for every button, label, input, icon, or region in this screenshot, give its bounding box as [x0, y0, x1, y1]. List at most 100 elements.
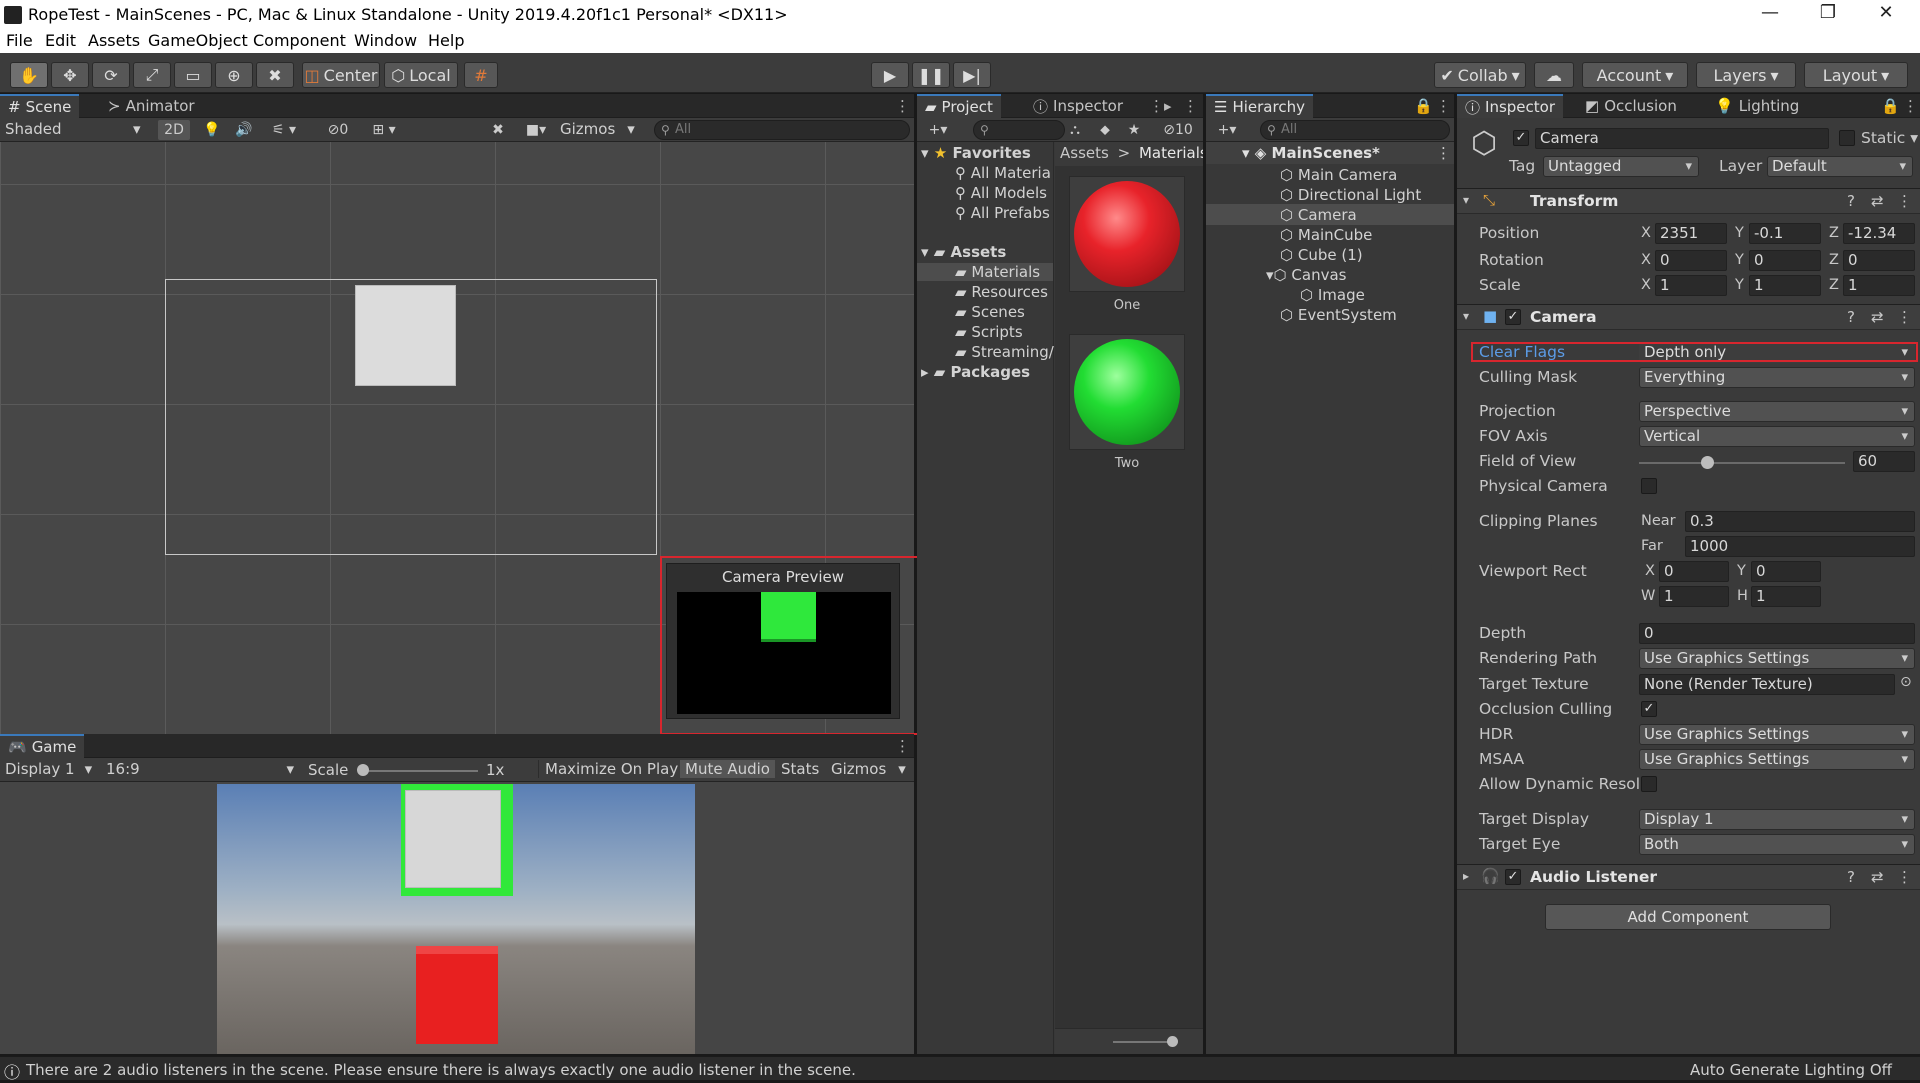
scene-root-row[interactable]: ▾ ◈ MainScenes* ⋮	[1206, 142, 1454, 164]
gizmos-dropdown[interactable]: Gizmos ▾	[560, 120, 635, 138]
layout-dropdown[interactable]: Layout ▾	[1804, 62, 1908, 88]
collab-dropdown[interactable]: ✔ Collab ▾	[1434, 62, 1526, 88]
status-message[interactable]: There are 2 audio listeners in the scene…	[26, 1061, 856, 1079]
preset-icon[interactable]: ⇄	[1871, 192, 1884, 210]
scene-search-input[interactable]: ⚲ All	[654, 120, 910, 140]
transform-tool-icon[interactable]: ⊕	[215, 62, 253, 88]
hierarchy-item[interactable]: ⬡ EventSystem	[1280, 306, 1397, 324]
tab-animator[interactable]: ≻ Animator	[100, 94, 203, 118]
search-by-label-icon[interactable]: ⬥	[1093, 120, 1117, 140]
scene-audio-icon[interactable]: 🔊	[232, 120, 256, 140]
breadcrumb-root[interactable]: Assets	[1060, 144, 1109, 162]
rendering-path-dropdown[interactable]: Use Graphics Settings	[1639, 648, 1915, 669]
grid-snap-icon[interactable]: #	[464, 62, 498, 88]
hierarchy-item[interactable]: ⬡ Directional Light	[1280, 186, 1421, 204]
camera-enabled-checkbox[interactable]: ✓	[1505, 309, 1521, 325]
inspector-menu-icon[interactable]: ⋮	[1903, 97, 1918, 115]
layers-dropdown[interactable]: Layers ▾	[1696, 62, 1796, 88]
favorite-item[interactable]: ⚲ All Materia	[955, 164, 1051, 182]
scene-cube[interactable]	[355, 285, 456, 386]
favorite-item[interactable]: ⚲ All Models	[955, 184, 1047, 202]
stats-toggle[interactable]: Stats	[776, 760, 824, 778]
hierarchy-menu-icon[interactable]: ⋮	[1436, 97, 1451, 115]
tools-icon[interactable]: ✖	[486, 120, 510, 140]
physical-camera-checkbox[interactable]	[1641, 478, 1657, 494]
scale-y-input[interactable]: 1	[1749, 275, 1821, 296]
menu-component[interactable]: Component	[253, 31, 346, 50]
game-viewport[interactable]	[217, 784, 695, 1054]
hand-tool-icon[interactable]: ✋	[10, 62, 48, 88]
audio-listener-checkbox[interactable]: ✓	[1505, 869, 1521, 885]
folder-item-materials[interactable]: ▰ Materials	[917, 263, 1053, 281]
hierarchy-item[interactable]: ⬡ Cube (1)	[1280, 246, 1363, 264]
tab-project[interactable]: ▰ Project	[917, 94, 1001, 118]
position-y-input[interactable]: -0.1	[1749, 223, 1821, 244]
scene-menu-icon[interactable]: ⋮	[895, 97, 910, 115]
camera-component-header[interactable]: ▾ ■ ✓ Camera ? ⇄ ⋮	[1457, 304, 1920, 330]
rotate-tool-icon[interactable]: ⟳	[92, 62, 130, 88]
culling-mask-dropdown[interactable]: Everything	[1639, 367, 1915, 388]
tab-inspector-secondary[interactable]: ⓘ Inspector	[1025, 94, 1131, 118]
audio-listener-header[interactable]: ▸ 🎧 ✓ Audio Listener ? ⇄ ⋮	[1457, 864, 1920, 890]
scene-menu-icon[interactable]: ⋮	[1436, 144, 1451, 162]
folder-item[interactable]: ▰ Streaming/	[955, 343, 1054, 361]
hierarchy-item[interactable]: ⬡ MainCube	[1280, 226, 1372, 244]
assets-header[interactable]: ▾ ▰ Assets	[921, 243, 1006, 261]
layer-dropdown[interactable]: Default	[1767, 156, 1913, 177]
target-texture-field[interactable]: None (Render Texture)	[1639, 674, 1895, 695]
help-icon[interactable]: ?	[1847, 308, 1855, 326]
camera-settings-icon[interactable]: ■▾	[518, 120, 554, 140]
auto-lighting-status[interactable]: Auto Generate Lighting Off	[1690, 1061, 1892, 1079]
hidden-packages-toggle[interactable]: ⊘10	[1157, 120, 1199, 140]
transform-header[interactable]: ▾ ⤡ Transform ? ⇄ ⋮	[1457, 188, 1920, 214]
project-search-input[interactable]: ⚲	[973, 120, 1065, 140]
create-asset-icon[interactable]: +▾	[923, 120, 953, 140]
static-checkbox[interactable]	[1839, 130, 1855, 146]
move-tool-icon[interactable]: ✥	[51, 62, 89, 88]
pause-button[interactable]: ❚❚	[912, 62, 950, 88]
rotation-z-input[interactable]: 0	[1843, 250, 1915, 271]
hierarchy-item[interactable]: ⬡ Main Camera	[1280, 166, 1397, 184]
component-menu-icon[interactable]: ⋮	[1897, 868, 1912, 886]
rotation-x-input[interactable]: 0	[1655, 250, 1727, 271]
menu-edit[interactable]: Edit	[45, 31, 76, 50]
msaa-dropdown[interactable]: Use Graphics Settings	[1639, 749, 1915, 770]
shading-mode-dropdown[interactable]: Shaded ▾	[5, 120, 141, 138]
position-x-input[interactable]: 2351	[1655, 223, 1727, 244]
projection-dropdown[interactable]: Perspective	[1639, 401, 1915, 422]
favorite-star-icon[interactable]: ★	[1123, 120, 1145, 140]
active-checkbox[interactable]: ✓	[1513, 130, 1529, 146]
folder-item[interactable]: ▰ Resources	[955, 283, 1048, 301]
fov-axis-dropdown[interactable]: Vertical	[1639, 426, 1915, 447]
cloud-icon[interactable]: ☁	[1534, 62, 1574, 88]
object-name-input[interactable]: Camera	[1535, 128, 1829, 149]
tab-hierarchy[interactable]: ☰ Hierarchy	[1206, 94, 1313, 118]
project-more-tabs-icon[interactable]: ⋮▸	[1149, 97, 1172, 115]
tab-occlusion[interactable]: ◩ Occlusion	[1577, 94, 1685, 118]
lock-icon[interactable]: 🔒	[1881, 97, 1900, 115]
thumbnail-size-slider[interactable]	[1113, 1041, 1173, 1043]
project-menu-icon[interactable]: ⋮	[1183, 97, 1198, 115]
close-button[interactable]: ✕	[1866, 2, 1906, 28]
custom-tool-icon[interactable]: ✖	[256, 62, 294, 88]
scale-slider-thumb[interactable]	[357, 764, 369, 776]
tab-scene[interactable]: # Scene	[0, 94, 80, 118]
search-by-type-icon[interactable]: ⛬	[1063, 120, 1087, 140]
menu-file[interactable]: File	[6, 31, 33, 50]
pivot-local-button[interactable]: ⬡ Local	[384, 62, 458, 88]
scale-x-input[interactable]: 1	[1655, 275, 1727, 296]
near-input[interactable]: 0.3	[1685, 511, 1915, 532]
target-eye-dropdown[interactable]: Both	[1639, 834, 1915, 855]
rect-tool-icon[interactable]: ▭	[174, 62, 212, 88]
hierarchy-item[interactable]: ⬡ Image	[1300, 286, 1365, 304]
scale-slider-track[interactable]	[360, 770, 478, 772]
hierarchy-search-input[interactable]: ⚲ All	[1260, 120, 1450, 140]
scale-z-input[interactable]: 1	[1843, 275, 1915, 296]
viewport-w-input[interactable]: 1	[1659, 586, 1729, 607]
mode-2d-button[interactable]: 2D	[158, 120, 190, 140]
fov-input[interactable]: 60	[1853, 451, 1915, 472]
game-gizmos-dropdown[interactable]: Gizmos ▾	[826, 760, 911, 778]
far-input[interactable]: 1000	[1685, 536, 1915, 557]
play-button[interactable]: ▶	[871, 62, 909, 88]
occlusion-culling-checkbox[interactable]: ✓	[1641, 701, 1657, 717]
